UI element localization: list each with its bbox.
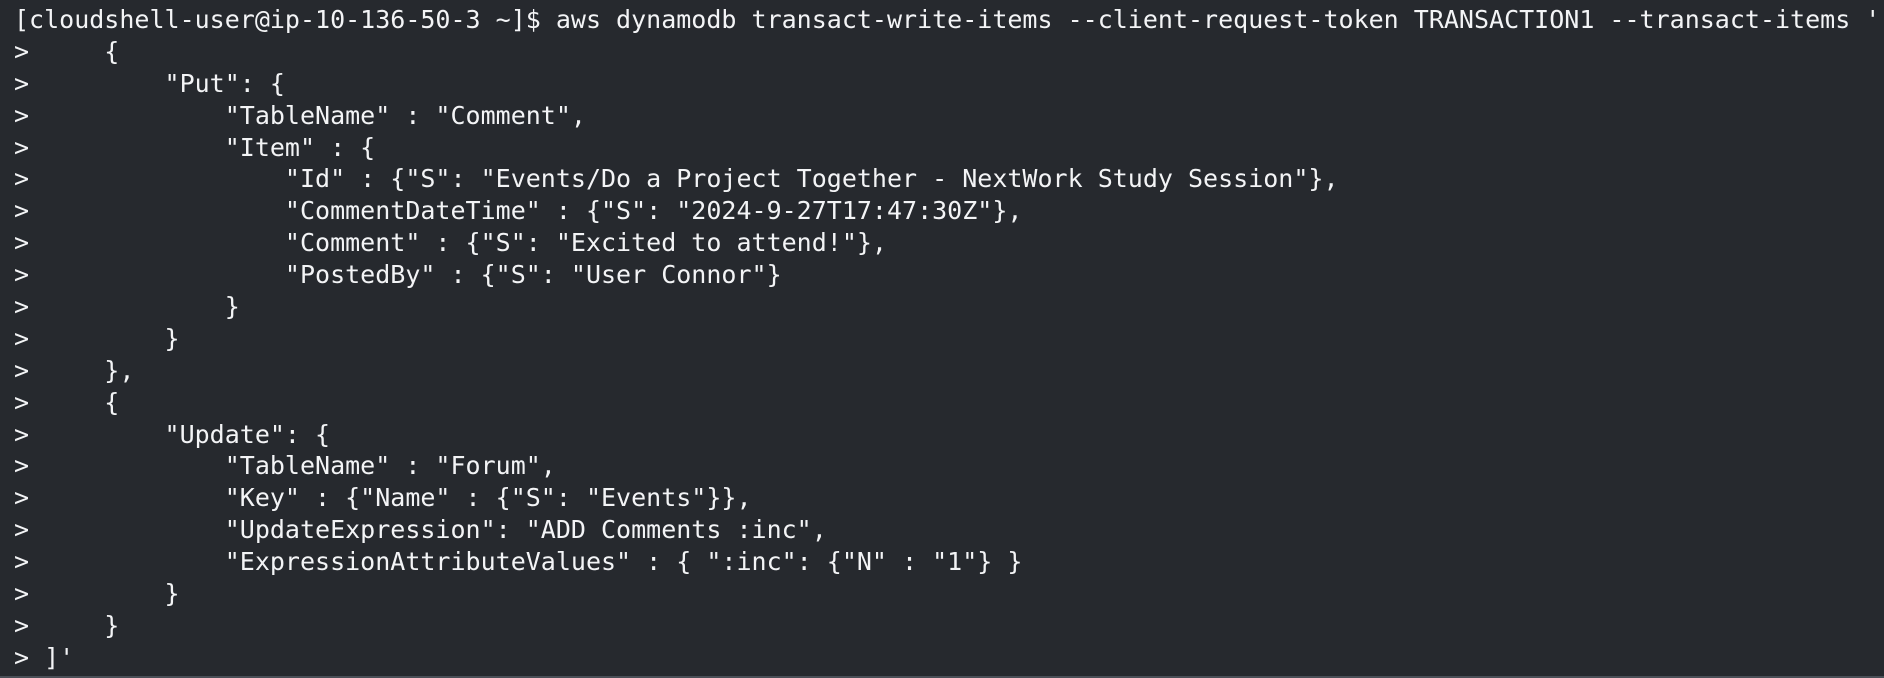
terminal-continuation-line: > } [14,292,240,322]
terminal-continuation-line: > ]' [14,642,75,672]
terminal-continuation-line: > "PostedBy" : {"S": "User Connor"} [14,260,782,290]
terminal-continuation-line: > } [14,610,120,640]
terminal-continuation-line: > { [14,36,120,66]
terminal-output[interactable]: [cloudshell-user@ip-10-136-50-3 ~]$ aws … [0,0,1884,676]
terminal-command-line: [cloudshell-user@ip-10-136-50-3 ~]$ aws … [14,5,1884,34]
terminal-continuation-line: > "Put": { [14,68,285,98]
terminal-continuation-line: > } [14,579,180,609]
terminal-continuation-line: > "Item" : { [14,132,376,162]
terminal-continuation-line: > "TableName" : "Comment", [14,100,586,130]
terminal-continuation-line: > }, [14,355,135,385]
terminal-continuation-line: > "TableName" : "Forum", [14,451,556,481]
terminal-continuation-line: > "Comment" : {"S": "Excited to attend!"… [14,228,887,258]
terminal-continuation-line: > "ExpressionAttributeValues" : { ":inc"… [14,547,1023,577]
terminal-continuation-line: > "Update": { [14,419,331,449]
terminal-continuation-line: > "CommentDateTime" : {"S": "2024-9-27T1… [14,196,1023,226]
terminal-continuation-line: > "Id" : {"S": "Events/Do a Project Toge… [14,164,1339,194]
terminal-continuation-line: > } [14,323,180,353]
terminal-continuation-line: > "Key" : {"Name" : {"S": "Events"}}, [14,483,752,513]
terminal-continuation-line: > { [14,387,120,417]
terminal-continuation-line: > "UpdateExpression": "ADD Comments :inc… [14,515,827,545]
